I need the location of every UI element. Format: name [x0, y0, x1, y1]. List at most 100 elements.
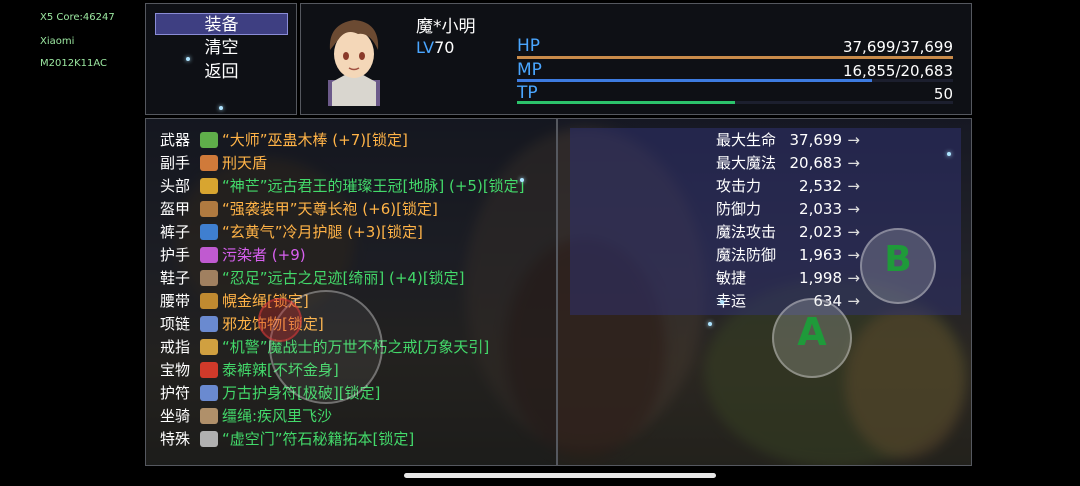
stat-name: 魔法攻击 — [716, 223, 777, 241]
b-button[interactable]: B — [860, 228, 936, 304]
equipment-slot-label: 头部 — [160, 177, 191, 195]
character-portrait — [318, 10, 390, 106]
debug-model: M2012K11AC — [40, 58, 108, 69]
sparkle — [708, 322, 712, 326]
equipment-row[interactable]: 头部 “神芒”远古君王的璀璨王冠[地脉] (+5)[锁定] — [160, 175, 525, 198]
equipment-slot-label: 特殊 — [160, 430, 191, 448]
equipment-item-icon — [200, 155, 218, 171]
stat-name: 魔法防御 — [716, 246, 777, 264]
equipment-item-name: 污染者 (+9) — [222, 246, 306, 264]
a-button-label: A — [797, 310, 827, 354]
equipment-slot-label: 坐骑 — [160, 407, 191, 425]
equipment-item-name: 刑天盾 — [222, 154, 268, 172]
home-indicator[interactable] — [404, 473, 716, 478]
equipment-item-icon — [200, 132, 218, 148]
equipment-slot-label: 盔甲 — [160, 200, 191, 218]
joystick-knob[interactable] — [258, 298, 302, 342]
stat-row: 魔法攻击 2,023 → — [700, 221, 860, 244]
menu-clear-button[interactable]: 清空 — [155, 37, 288, 59]
stat-arrow: → — [847, 177, 860, 195]
equipment-row[interactable]: 盔甲 “强袭装甲”天尊长袍 (+6)[锁定] — [160, 198, 438, 221]
stat-value: 20,683 — [789, 154, 843, 172]
equipment-item-icon — [200, 385, 218, 401]
stat-arrow: → — [847, 246, 860, 264]
character-level: LV70 — [416, 38, 454, 57]
equipment-slot-label: 副手 — [160, 154, 191, 172]
equipment-slot-label: 护手 — [160, 246, 191, 264]
stat-value: 1,963 — [799, 246, 842, 264]
equipment-slot-label: 武器 — [160, 131, 191, 149]
equipment-item-icon — [200, 201, 218, 217]
equipment-row[interactable]: 副手 刑天盾 — [160, 152, 267, 175]
stat-row: 攻击力 2,532 → — [700, 175, 860, 198]
equipment-row[interactable]: 护手 污染者 (+9) — [160, 244, 306, 267]
mp-bar-fill — [517, 79, 873, 82]
equipment-slot-label: 项链 — [160, 315, 191, 333]
stat-name: 攻击力 — [716, 177, 762, 195]
equipment-item-icon — [200, 178, 218, 194]
sparkle — [520, 178, 524, 182]
stat-arrow: → — [847, 223, 860, 241]
equipment-slot-label: 鞋子 — [160, 269, 191, 287]
equipment-item-icon — [200, 408, 218, 424]
equipment-item-name: 缰绳:疾风里飞沙 — [222, 407, 333, 425]
equipment-row[interactable]: 坐骑 缰绳:疾风里飞沙 — [160, 405, 332, 428]
sparkle — [186, 57, 190, 61]
tp-label: TP — [517, 83, 538, 103]
stat-value: 2,023 — [799, 223, 842, 241]
stat-value: 2,033 — [799, 200, 842, 218]
equipment-item-icon — [200, 247, 218, 263]
equipment-slot-label: 裤子 — [160, 223, 191, 241]
equipment-item-icon — [200, 339, 218, 355]
level-value: 70 — [434, 38, 455, 57]
debug-core: X5 Core:46247 — [40, 12, 115, 23]
hp-bar — [517, 56, 953, 59]
b-button-label: B — [884, 239, 912, 280]
stat-row: 魔法防御 1,963 → — [700, 244, 860, 267]
stat-name: 防御力 — [716, 200, 762, 218]
sparkle — [720, 300, 724, 304]
tp-bar-fill — [517, 101, 735, 104]
mp-bar — [517, 79, 953, 82]
equipment-row[interactable]: 裤子 “玄黄气”冷月护腿 (+3)[锁定] — [160, 221, 423, 244]
stat-value: 1,998 — [799, 269, 842, 287]
equipment-row[interactable]: 特殊 “虚空门”符石秘籍拓本[锁定] — [160, 428, 414, 451]
stat-arrow: → — [847, 269, 860, 287]
hp-value: 37,699/37,699 — [842, 38, 953, 56]
equipment-slot-label: 护符 — [160, 384, 191, 402]
equipment-item-name: “虚空门”符石秘籍拓本[锁定] — [222, 430, 415, 448]
equipment-row[interactable]: 鞋子 “忍足”远古之足迹[绮丽] (+4)[锁定] — [160, 267, 465, 290]
a-button[interactable]: A — [772, 298, 852, 378]
character-name: 魔*小明 — [416, 17, 476, 37]
equipment-item-name: “忍足”远古之足迹[绮丽] (+4)[锁定] — [222, 269, 465, 287]
equipment-item-name: “强袭装甲”天尊长袍 (+6)[锁定] — [222, 200, 438, 218]
equipment-item-name: “玄黄气”冷月护腿 (+3)[锁定] — [222, 223, 423, 241]
equipment-item-name: “神芒”远古君王的璀璨王冠[地脉] (+5)[锁定] — [222, 177, 525, 195]
equipment-item-icon — [200, 431, 218, 447]
menu-equip-button[interactable]: 装备 — [155, 13, 288, 35]
sparkle — [219, 106, 223, 110]
mp-value: 16,855/20,683 — [842, 62, 953, 80]
equipment-slot-label: 戒指 — [160, 338, 191, 356]
character-panel — [300, 3, 972, 115]
stat-name: 最大魔法 — [716, 154, 777, 172]
stat-row: 最大魔法 20,683 → — [700, 152, 860, 175]
menu-back-button[interactable]: 返回 — [155, 61, 288, 83]
stat-arrow: → — [847, 154, 860, 172]
equipment-slot-label: 腰带 — [160, 292, 191, 310]
equipment-item-name: “大师”巫蛊木棒 (+7)[锁定] — [222, 131, 408, 149]
stat-row: 敏捷 1,998 → — [700, 267, 860, 290]
tp-bar — [517, 101, 953, 104]
stat-row: 防御力 2,033 → — [700, 198, 860, 221]
level-prefix: LV — [416, 38, 435, 57]
stat-value: 37,699 — [789, 131, 843, 149]
stat-arrow: → — [847, 131, 860, 149]
equipment-item-icon — [200, 293, 218, 309]
stat-name: 最大生命 — [716, 131, 777, 149]
equipment-item-icon — [200, 270, 218, 286]
debug-brand: Xiaomi — [40, 36, 75, 47]
stat-row: 最大生命 37,699 → — [700, 129, 860, 152]
equipment-item-icon — [200, 316, 218, 332]
equipment-row[interactable]: 武器 “大师”巫蛊木棒 (+7)[锁定] — [160, 129, 408, 152]
sparkle — [947, 152, 951, 156]
